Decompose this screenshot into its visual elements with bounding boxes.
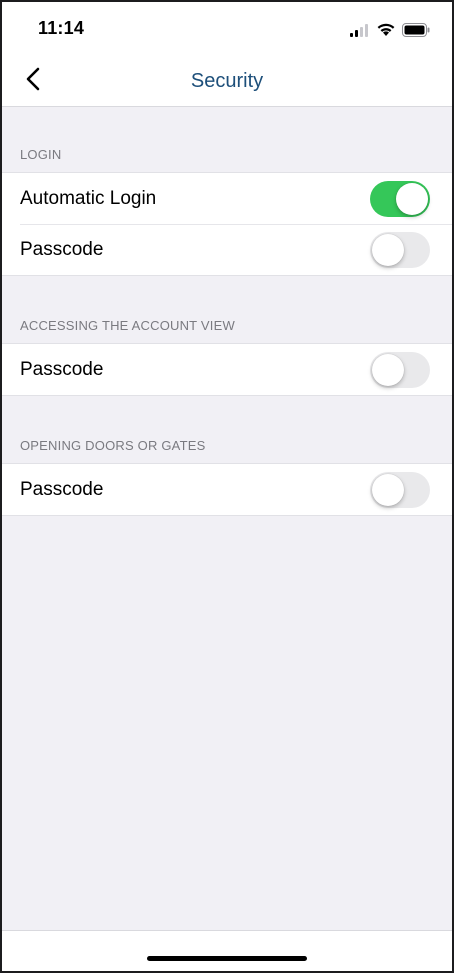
status-bar: 11:14 xyxy=(2,2,452,56)
wifi-icon xyxy=(376,22,396,42)
setting-row-login-passcode: Passcode xyxy=(2,224,452,275)
battery-icon xyxy=(402,22,430,42)
setting-label: Passcode xyxy=(20,238,104,260)
section-header-login: LOGIN xyxy=(20,147,62,162)
status-icons xyxy=(350,22,430,42)
settings-list: LOGIN Automatic Login Passcode ACCESSING… xyxy=(2,107,452,516)
section-login: Automatic Login Passcode xyxy=(2,172,452,276)
cellular-signal-icon xyxy=(350,23,370,42)
setting-label: Passcode xyxy=(20,358,104,380)
setting-row-automatic-login: Automatic Login xyxy=(2,173,452,224)
section-account-view: Passcode xyxy=(2,343,452,396)
account-view-passcode-toggle[interactable] xyxy=(370,352,430,388)
setting-label: Passcode xyxy=(20,478,104,500)
toggle-knob xyxy=(372,234,404,266)
toggle-knob xyxy=(372,474,404,506)
section-doors-gates: Passcode xyxy=(2,463,452,516)
toggle-knob xyxy=(372,354,404,386)
phone-screen: 11:14 Security LOGIN Automatic Login Pas… xyxy=(0,0,454,973)
login-passcode-toggle[interactable] xyxy=(370,232,430,268)
navigation-bar: Security xyxy=(2,56,452,107)
toggle-knob xyxy=(396,183,428,215)
section-header-doors-gates: OPENING DOORS OR GATES xyxy=(20,438,206,453)
home-indicator[interactable] xyxy=(147,956,307,961)
doors-gates-passcode-toggle[interactable] xyxy=(370,472,430,508)
automatic-login-toggle[interactable] xyxy=(370,181,430,217)
status-time: 11:14 xyxy=(38,18,85,38)
setting-label: Automatic Login xyxy=(20,187,157,209)
page-title: Security xyxy=(190,70,264,92)
setting-row-account-view-passcode: Passcode xyxy=(2,344,452,395)
setting-row-doors-gates-passcode: Passcode xyxy=(2,464,452,515)
section-header-account-view: ACCESSING THE ACCOUNT VIEW xyxy=(20,318,235,333)
bottom-bar xyxy=(2,930,452,971)
